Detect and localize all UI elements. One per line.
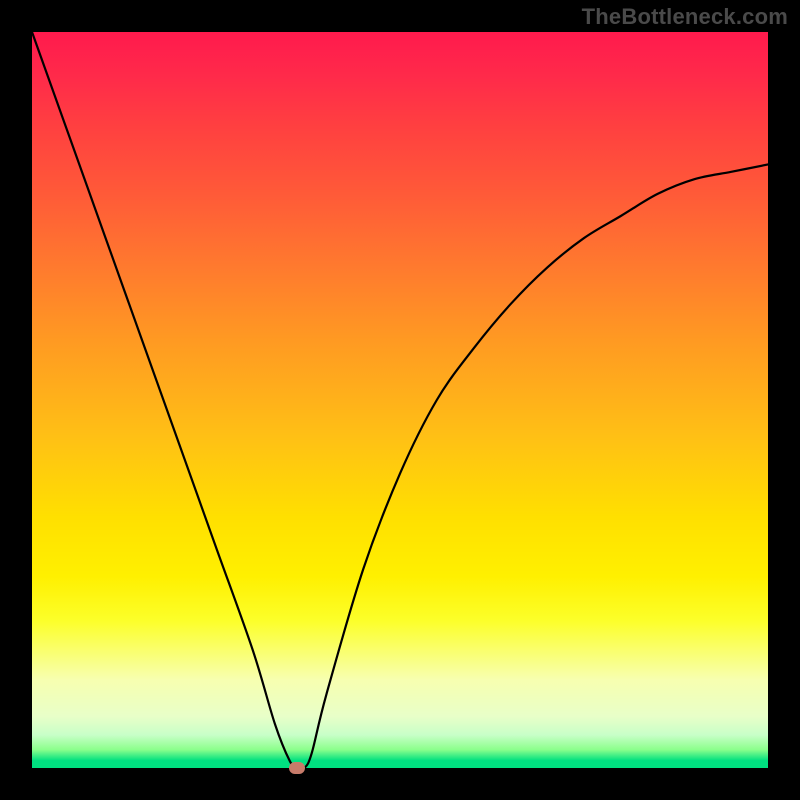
optimal-point-marker bbox=[289, 762, 305, 774]
watermark-text: TheBottleneck.com bbox=[582, 4, 788, 30]
bottleneck-curve bbox=[32, 32, 768, 768]
chart-frame: TheBottleneck.com bbox=[0, 0, 800, 800]
plot-area bbox=[32, 32, 768, 768]
